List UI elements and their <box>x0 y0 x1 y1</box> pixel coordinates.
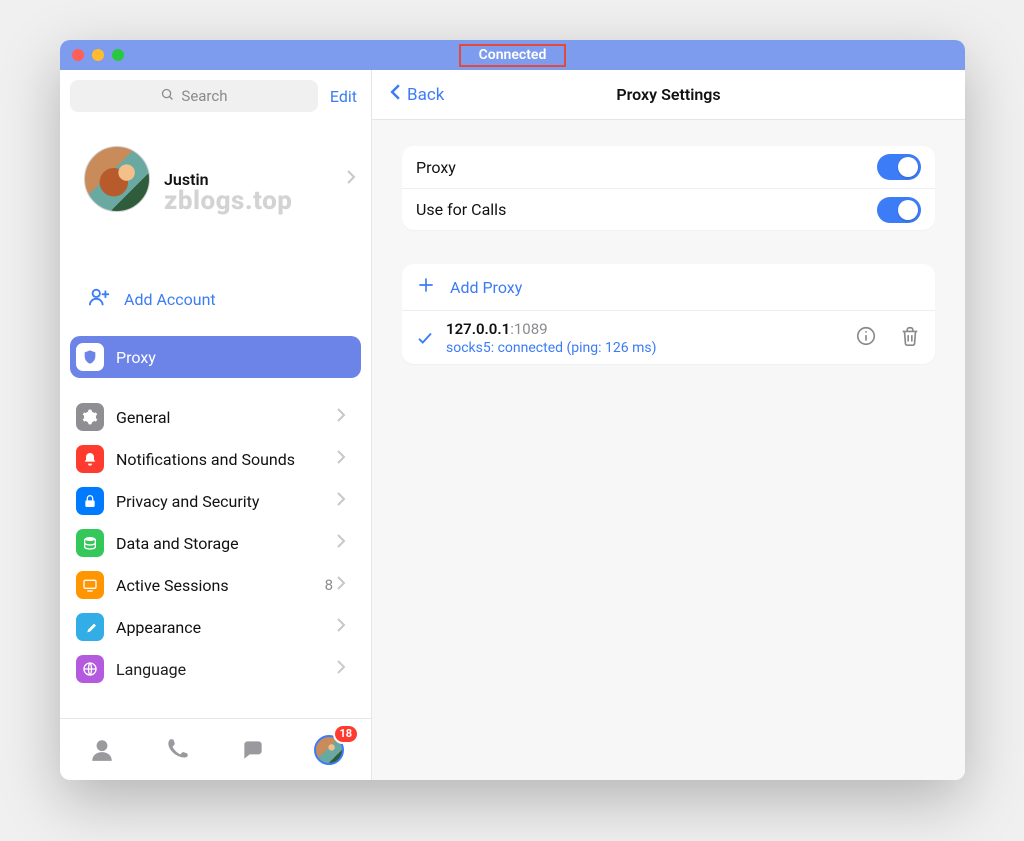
check-icon <box>412 329 438 347</box>
brush-icon <box>76 613 104 641</box>
chevron-right-icon <box>335 491 347 511</box>
bottom-tabbar: 18 <box>60 718 371 780</box>
sidebar-item-proxy[interactable]: Proxy <box>70 336 361 378</box>
watermark: zblogs.top <box>164 186 292 216</box>
calls-toggle-label: Use for Calls <box>416 200 877 219</box>
avatar <box>84 146 150 212</box>
shield-icon <box>76 343 104 371</box>
chevron-right-icon <box>335 407 347 427</box>
sidebar-item-appearance[interactable]: Appearance <box>70 606 361 648</box>
proxy-status: socks5: connected (ping: 126 ms) <box>446 340 855 356</box>
sidebar-item-label: Proxy <box>116 348 156 367</box>
content-header: Back Proxy Settings <box>372 70 965 120</box>
proxy-info-button[interactable] <box>855 325 877 351</box>
plus-icon <box>416 275 436 299</box>
sidebar-item-label: Privacy and Security <box>116 492 259 511</box>
trash-icon <box>899 336 921 351</box>
proxy-entry[interactable]: 127.0.0.1:1089 socks5: connected (ping: … <box>402 310 935 364</box>
connection-status-badge: Connected <box>459 44 567 67</box>
chevron-right-icon <box>335 617 347 637</box>
sidebar-item-label: Active Sessions <box>116 576 229 595</box>
gear-icon <box>76 403 104 431</box>
settings-menu: Proxy General <box>60 328 371 690</box>
sidebar-item-label: Data and Storage <box>116 534 239 553</box>
edit-button[interactable]: Edit <box>330 87 357 106</box>
add-user-icon <box>88 286 110 312</box>
proxy-delete-button[interactable] <box>899 325 921 351</box>
search-placeholder: Search <box>181 87 227 105</box>
tab-chats[interactable] <box>225 730 281 770</box>
add-account-label: Add Account <box>124 290 216 309</box>
proxy-toggle-label: Proxy <box>416 158 877 177</box>
chevron-right-icon <box>335 659 347 679</box>
content-pane: Back Proxy Settings Proxy Use for Calls <box>372 70 965 780</box>
sidebar-item-label: Appearance <box>116 618 201 637</box>
sidebar-item-language[interactable]: Language <box>70 648 361 690</box>
sidebar-item-data-storage[interactable]: Data and Storage <box>70 522 361 564</box>
lock-icon <box>76 487 104 515</box>
toggles-card: Proxy Use for Calls <box>402 146 935 230</box>
app-window: Connected Search Edit Justin <box>60 40 965 780</box>
tab-settings[interactable]: 18 <box>301 730 357 770</box>
sidebar-item-sessions[interactable]: Active Sessions 8 <box>70 564 361 606</box>
sidebar-item-label: General <box>116 408 170 427</box>
chevron-right-icon <box>345 169 357 189</box>
sidebar-item-notifications[interactable]: Notifications and Sounds <box>70 438 361 480</box>
tab-calls[interactable] <box>150 730 206 770</box>
tab-contacts[interactable] <box>74 730 130 770</box>
sidebar-item-privacy[interactable]: Privacy and Security <box>70 480 361 522</box>
monitor-icon <box>76 571 104 599</box>
sessions-count: 8 <box>325 576 333 594</box>
sidebar-item-label: Language <box>116 660 186 679</box>
bell-icon <box>76 445 104 473</box>
proxies-card: Add Proxy 127.0.0.1:1089 socks5: connect… <box>402 264 935 364</box>
chevron-right-icon <box>335 533 347 553</box>
calls-toggle[interactable] <box>877 197 921 223</box>
add-account-button[interactable]: Add Account <box>60 270 371 328</box>
sidebar-item-general[interactable]: General <box>70 396 361 438</box>
chevron-right-icon <box>335 449 347 469</box>
sidebar-item-label: Notifications and Sounds <box>116 450 295 469</box>
notification-badge: 18 <box>333 724 360 744</box>
chevron-right-icon <box>335 575 347 595</box>
globe-icon <box>76 655 104 683</box>
proxy-address: 127.0.0.1:1089 <box>446 320 855 338</box>
profile-name: Justin <box>164 170 209 189</box>
add-proxy-button[interactable]: Add Proxy <box>402 264 935 310</box>
sidebar: Search Edit Justin zblogs.top <box>60 70 372 780</box>
page-title: Proxy Settings <box>372 85 965 104</box>
info-icon <box>855 336 877 351</box>
database-icon <box>76 529 104 557</box>
titlebar: Connected <box>60 40 965 70</box>
add-proxy-label: Add Proxy <box>450 278 522 297</box>
proxy-toggle[interactable] <box>877 154 921 180</box>
proxy-toggle-row: Proxy <box>402 146 935 188</box>
search-icon <box>160 87 175 106</box>
profile-row[interactable]: Justin zblogs.top <box>60 118 371 230</box>
calls-toggle-row: Use for Calls <box>402 188 935 230</box>
search-input[interactable]: Search <box>70 80 318 112</box>
